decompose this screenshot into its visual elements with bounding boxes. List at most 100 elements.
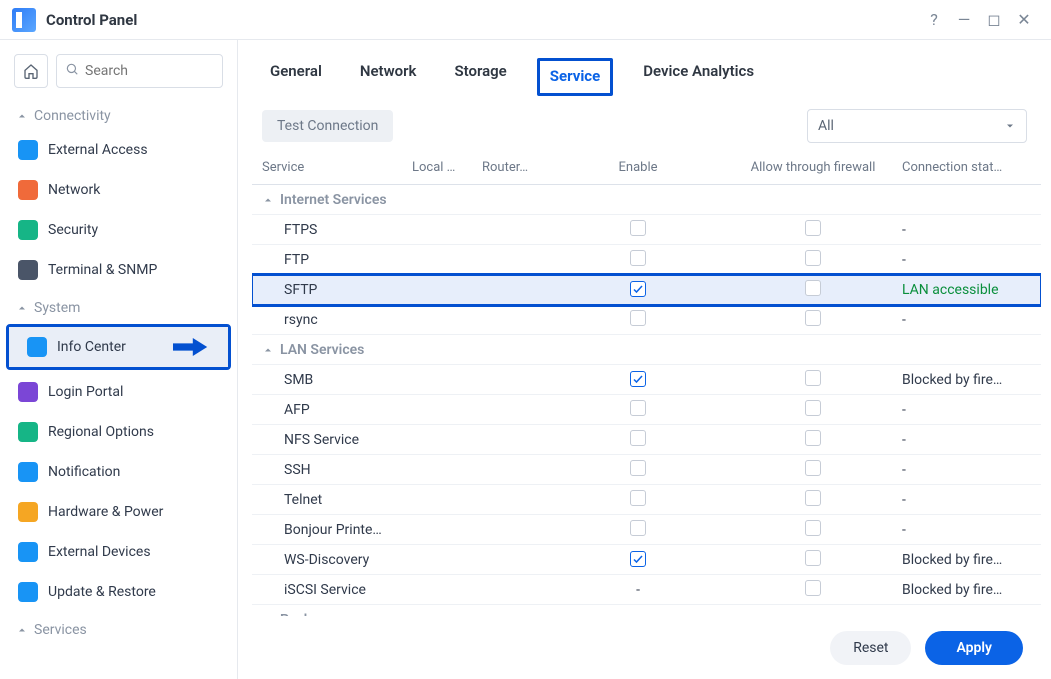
checkbox[interactable] [630,430,646,446]
tab-storage[interactable]: Storage [446,56,514,95]
sidebar: ConnectivityExternal AccessNetworkSecuri… [0,40,238,679]
checkbox[interactable] [805,460,821,476]
checkbox[interactable] [805,250,821,266]
filter-dropdown[interactable]: All [807,109,1027,143]
sidebar-item-network[interactable]: Network [0,170,237,210]
service-name: FTP [262,252,412,268]
checkbox[interactable] [805,310,821,326]
section-connectivity[interactable]: Connectivity [0,98,237,130]
col-0[interactable]: Service [262,160,412,175]
sidebar-item-regional-options[interactable]: Regional Options [0,412,237,452]
service-row-bonjour-printe-[interactable]: Bonjour Printe… - [252,515,1041,545]
apply-button[interactable]: Apply [925,631,1023,665]
service-row-iscsi-service[interactable]: iSCSI Service-Blocked by fire… [252,575,1041,605]
service-row-telnet[interactable]: Telnet- [252,485,1041,515]
sidebar-item-hardware-power[interactable]: Hardware & Power [0,492,237,532]
checkbox[interactable] [805,430,821,446]
status: - [902,432,1041,448]
service-row-ftp[interactable]: FTP- [252,245,1041,275]
checkbox[interactable] [805,490,821,506]
checkbox[interactable] [630,400,646,416]
service-row-nfs-service[interactable]: NFS Service- [252,425,1041,455]
service-name: Bonjour Printe… [262,522,412,538]
sidebar-item-label: Update & Restore [48,584,156,600]
checkbox[interactable] [630,310,646,326]
service-row-ssh[interactable]: SSH- [252,455,1041,485]
service-name: rsync [262,312,412,328]
checkbox[interactable] [630,220,646,236]
service-row-ws-discovery[interactable]: WS-DiscoveryBlocked by fire… [252,545,1041,575]
sidebar-item-login-portal[interactable]: Login Portal [0,372,237,412]
grid-header: ServiceLocal …Router…EnableAllow through… [252,151,1041,185]
checkbox[interactable] [630,460,646,476]
tabbar: General Network Storage Service Device Analy… [238,40,1051,95]
service-name: AFP [262,402,412,418]
shield-icon [18,220,38,240]
sidebar-item-label: Info Center [57,339,126,355]
checkbox[interactable] [805,370,821,386]
reset-button[interactable]: Reset [830,631,911,665]
sidebar-item-info-center[interactable]: Info Center [9,327,228,367]
checkbox[interactable] [805,280,821,296]
section-services[interactable]: Services [0,612,237,644]
checkbox[interactable] [630,520,646,536]
search-input-wrap[interactable] [56,54,223,88]
status: Blocked by fire… [902,582,1041,598]
help-button[interactable]: ? [919,5,949,35]
group-internet-services[interactable]: Internet Services [252,185,1041,215]
status: - [902,402,1041,418]
status: - [902,462,1041,478]
checkbox[interactable] [630,281,646,297]
status: Blocked by fire… [902,552,1041,568]
service-name: SFTP [262,282,412,298]
tab-service[interactable]: Service [537,58,613,96]
service-name: Telnet [262,492,412,508]
service-row-smb[interactable]: SMBBlocked by fire… [252,365,1041,395]
status: - [902,522,1041,538]
toolbar: Test Connection All [238,95,1051,151]
col-1[interactable]: Local … [412,160,482,175]
checkbox[interactable] [805,580,821,596]
tab-general[interactable]: General [262,56,330,95]
sidebar-item-terminal-snmp[interactable]: Terminal & SNMP [0,250,237,290]
col-3[interactable]: Enable [552,160,732,175]
sidebar-item-external-devices[interactable]: External Devices [0,532,237,572]
col-2[interactable]: Router… [482,160,552,175]
group-lan-services[interactable]: LAN Services [252,335,1041,365]
service-row-afp[interactable]: AFP - [252,395,1041,425]
service-row-sftp[interactable]: SFTPLAN accessible [252,275,1041,305]
restore-icon [18,582,38,602]
chevron-down-icon [1004,120,1016,132]
filter-dropdown-label: All [818,118,834,134]
checkbox[interactable] [805,550,821,566]
checkbox[interactable] [805,220,821,236]
sidebar-item-notification[interactable]: Notification [0,452,237,492]
maximize-button[interactable]: ◻ [979,5,1009,35]
service-row-ftps[interactable]: FTPS- [252,215,1041,245]
sidebar-item-external-access[interactable]: External Access [0,130,237,170]
search-input[interactable] [85,63,214,79]
home-button[interactable] [14,54,48,88]
checkbox[interactable] [630,551,646,567]
checkbox[interactable] [805,400,821,416]
service-row-rsync[interactable]: rsync- [252,305,1041,335]
group-packages[interactable]: Packages [252,605,1041,616]
tab-network[interactable]: Network [352,56,425,95]
service-name: SMB [262,372,412,388]
portal-icon [18,382,38,402]
minimize-button[interactable]: — [949,5,979,35]
checkbox[interactable] [630,250,646,266]
checkbox[interactable] [630,490,646,506]
close-button[interactable]: ✕ [1009,5,1039,35]
col-4[interactable]: Allow through firewall [732,160,902,175]
globe-icon [18,140,38,160]
tab-device-analytics[interactable]: Device Analytics [635,56,762,95]
sidebar-item-label: External Devices [48,544,151,560]
test-connection-button[interactable]: Test Connection [262,110,393,142]
checkbox[interactable] [805,520,821,536]
section-system[interactable]: System [0,290,237,322]
sidebar-item-security[interactable]: Security [0,210,237,250]
col-5[interactable]: Connection stat… [902,160,1041,175]
checkbox[interactable] [630,371,646,387]
sidebar-item-update-restore[interactable]: Update & Restore [0,572,237,612]
